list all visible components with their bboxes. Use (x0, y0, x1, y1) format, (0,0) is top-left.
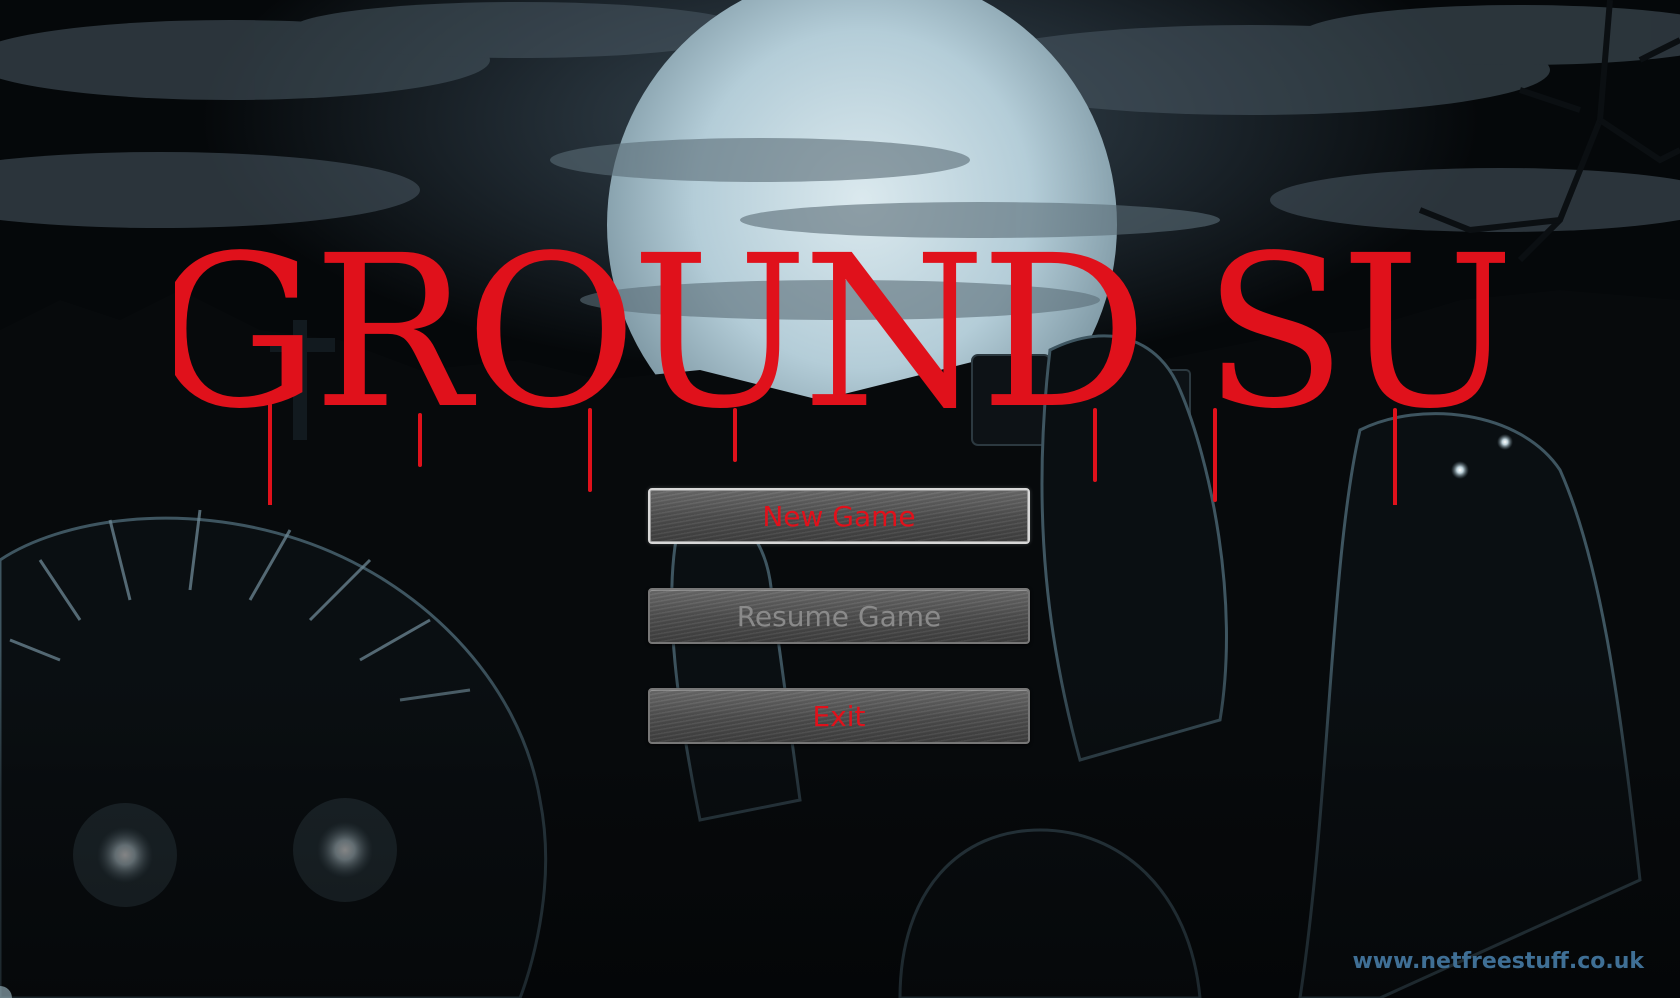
resume-game-button[interactable]: Resume Game (648, 588, 1030, 644)
watermark-url: www.netfreestuff.co.uk (1352, 949, 1644, 974)
new-game-button[interactable]: New Game (648, 488, 1030, 544)
exit-button[interactable]: Exit (648, 688, 1030, 744)
exit-label: Exit (812, 699, 866, 733)
game-title: UNDERGROUND SURVIVOR (175, 210, 1505, 505)
new-game-label: New Game (762, 499, 916, 533)
resume-game-label: Resume Game (736, 599, 942, 633)
game-title-text: UNDERGROUND SURVIVOR (175, 210, 1505, 455)
title-screen: UNDERGROUND SURVIVOR New Game Resume Gam… (0, 0, 1680, 998)
